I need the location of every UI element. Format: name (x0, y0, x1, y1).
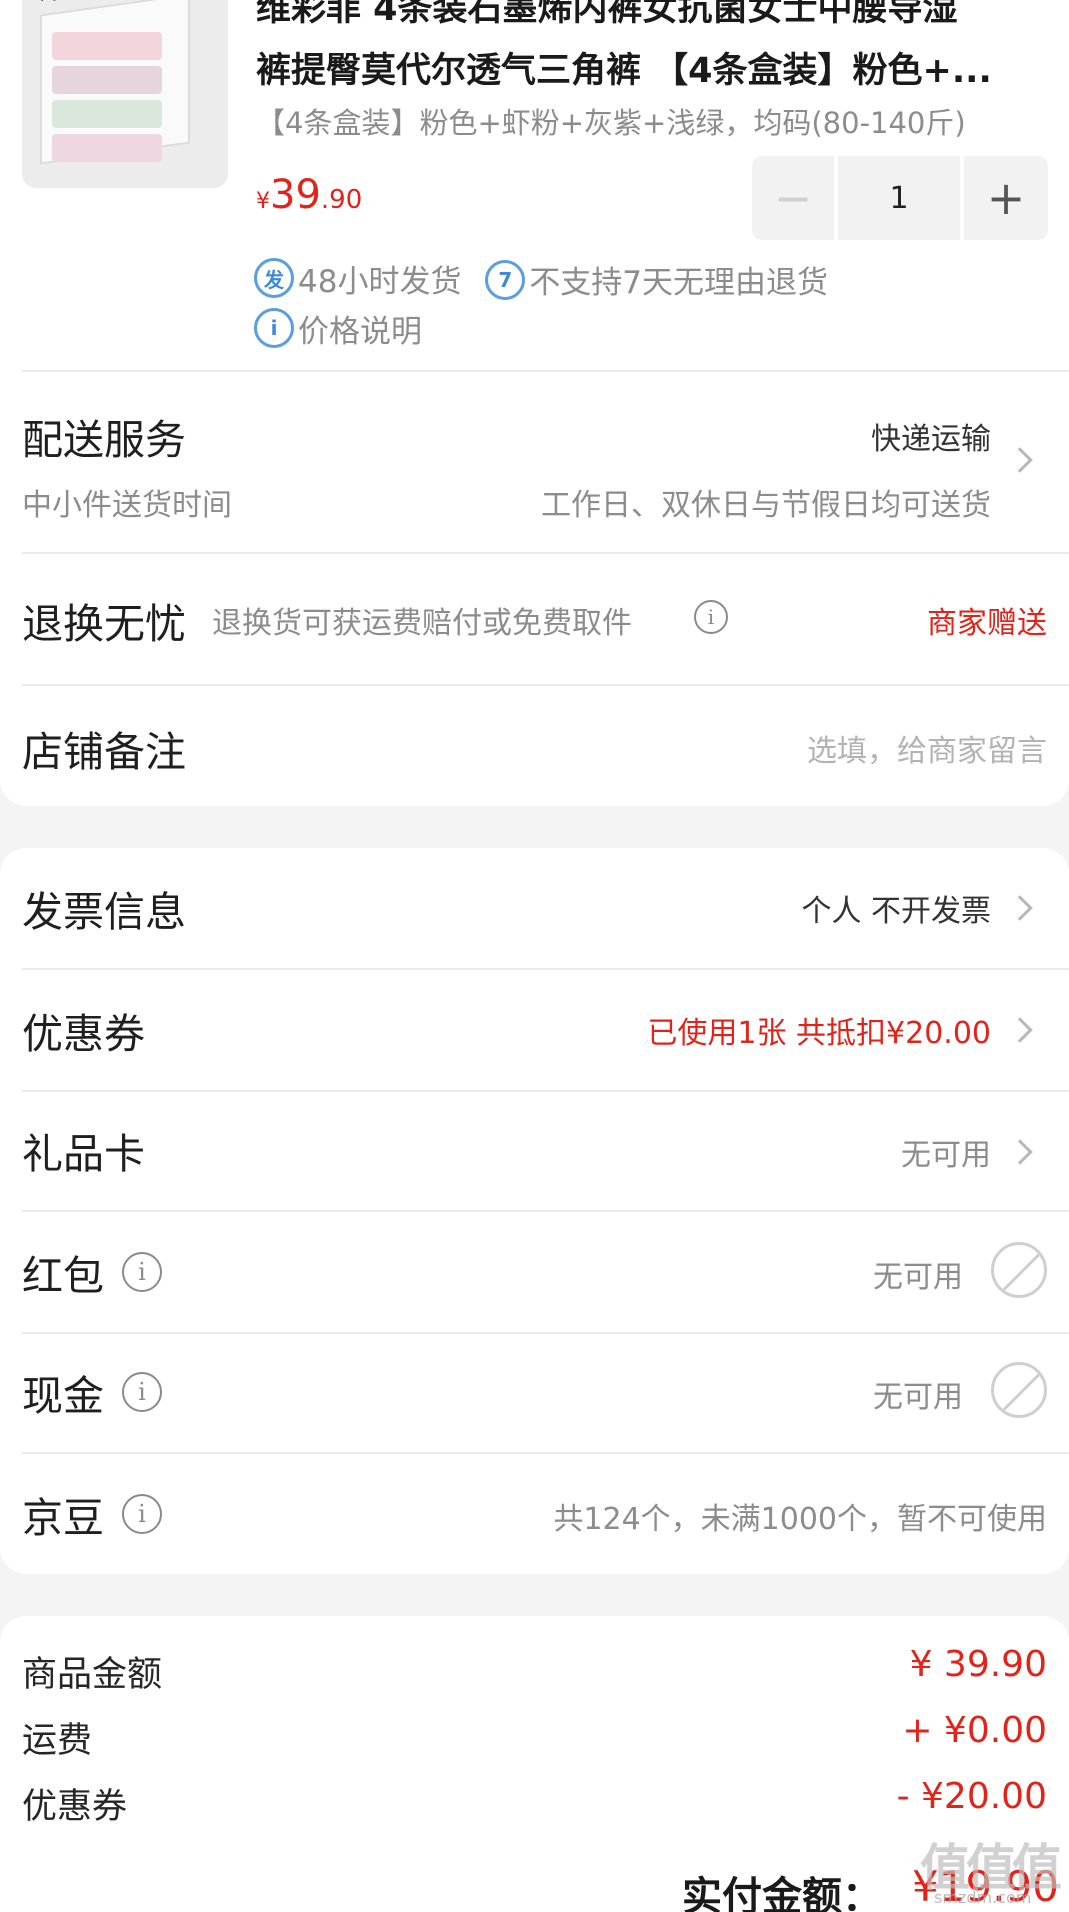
info-icon[interactable]: i (694, 600, 728, 634)
quantity-minus-button[interactable]: − (752, 156, 834, 240)
coupon-title: 优惠券 (22, 1010, 145, 1058)
delivery-sub-value: 工作日、双休日与节假日均可送货 (541, 488, 991, 523)
gift-card-title: 礼品卡 (22, 1130, 145, 1178)
product-thumbnail[interactable]: 石墨 (22, 0, 228, 188)
divider (22, 1332, 1069, 1334)
shop-note-input[interactable]: 选填，给商家留言 (807, 726, 1047, 770)
goods-amount-value: ¥ 39.90 (909, 1644, 1047, 1685)
disabled-icon (991, 1242, 1047, 1298)
info-icon[interactable]: i (122, 1494, 162, 1534)
shipping-tag: 发 48小时发货 (254, 256, 461, 300)
chevron-right-icon (1007, 1139, 1033, 1165)
service-tags: 发 48小时发货 7 不支持7天无理由退货 (254, 256, 842, 302)
info-icon[interactable]: i (122, 1252, 162, 1292)
thumbnail-strip (52, 32, 162, 60)
chevron-right-icon (1007, 447, 1033, 473)
delivery-title: 配送服务 (22, 416, 186, 464)
thumbnail-brand-text: 石墨 (36, 0, 80, 6)
total-label: 实付金额： (682, 1874, 882, 1912)
jingdou-value: 共124个，未满1000个，暂不可使用 (553, 1502, 1047, 1537)
thumbnail-strip (52, 100, 162, 128)
divider (22, 1452, 1069, 1454)
payment-options-card: 发票信息 个人 不开发票 优惠券 已使用1张 共抵扣¥20.00 礼品卡 无可用… (0, 848, 1069, 1574)
cash-value: 无可用 (873, 1380, 963, 1415)
order-summary-card: 商品金额 ¥ 39.90 运费 + ¥0.00 优惠券 - ¥20.00 (0, 1616, 1069, 1912)
info-icon[interactable]: i (122, 1372, 162, 1412)
order-items-card: 石墨 维彩菲 4条装石墨烯内裤女抗菌女士中腰导湿 裤提臀莫代尔透气三角裤 【4条… (0, 0, 1069, 806)
divider (22, 968, 1069, 970)
thumbnail-strip (52, 66, 162, 94)
returns-value: 商家赠送 (927, 606, 1047, 641)
no-return-icon: 7 (485, 259, 526, 300)
no-return-tag-label: 不支持7天无理由退货 (529, 265, 829, 301)
freight-value: + ¥0.00 (902, 1710, 1047, 1751)
coupon-summary-value: - ¥20.00 (896, 1776, 1047, 1817)
divider (22, 1090, 1069, 1092)
red-packet-value: 无可用 (873, 1260, 963, 1295)
returns-desc: 退换货可获运费赔付或免费取件 (212, 606, 632, 641)
coupon-value: 已使用1张 共抵扣¥20.00 (647, 1016, 991, 1051)
price-decimal: .90 (320, 185, 363, 215)
chevron-right-icon (1007, 895, 1033, 921)
product-title[interactable]: 维彩菲 4条装石墨烯内裤女抗菌女士中腰导湿 裤提臀莫代尔透气三角裤 【4条盒装】… (256, 0, 1056, 102)
product-spec: 【4条盒装】粉色+虾粉+灰紫+浅绿，均码(80-140斤) (256, 106, 966, 140)
product-price: ¥39.90 (256, 172, 362, 218)
thumbnail-strip (52, 134, 162, 162)
price-currency: ¥ (256, 189, 270, 214)
red-packet-title: 红包 (22, 1252, 104, 1300)
price-info-label: 价格说明 (298, 313, 422, 350)
quantity-plus-button[interactable]: + (964, 156, 1048, 240)
quantity-stepper: − 1 + (752, 156, 1048, 240)
disabled-icon (991, 1362, 1047, 1418)
no-return-tag: 7 不支持7天无理由退货 (485, 258, 828, 302)
divider (22, 552, 1069, 554)
divider (22, 370, 1069, 372)
product-title-line1: 维彩菲 4条装石墨烯内裤女抗菌女士中腰导湿 (256, 0, 958, 29)
divider (22, 1210, 1069, 1212)
coupon-summary-label: 优惠券 (22, 1787, 128, 1827)
chevron-right-icon (1007, 1017, 1033, 1043)
invoice-title: 发票信息 (22, 888, 186, 936)
freight-label: 运费 (22, 1721, 93, 1761)
price-info-tag[interactable]: i 价格说明 (254, 306, 436, 350)
jingdou-title: 京豆 (22, 1494, 104, 1542)
product-title-line2: 裤提臀莫代尔透气三角裤 【4条盒装】粉色+... (256, 51, 992, 91)
info-icon: i (254, 308, 294, 348)
watermark-text: smzdm.com (934, 1888, 1032, 1907)
invoice-value: 个人 不开发票 (801, 894, 991, 929)
goods-amount-label: 商品金额 (22, 1655, 163, 1695)
shop-note-title: 店铺备注 (22, 728, 186, 776)
shipping-tag-label: 48小时发货 (298, 263, 462, 300)
delivery-sub-label: 中小件送货时间 (22, 488, 232, 523)
returns-title: 退换无忧 (22, 600, 186, 648)
delivery-method: 快递运输 (871, 422, 991, 457)
quantity-input[interactable]: 1 (838, 156, 960, 240)
shipping-icon: 发 (254, 258, 294, 298)
divider (22, 684, 1069, 686)
price-integer: 39 (270, 172, 321, 218)
cash-title: 现金 (22, 1372, 104, 1420)
gift-card-value: 无可用 (901, 1138, 991, 1173)
